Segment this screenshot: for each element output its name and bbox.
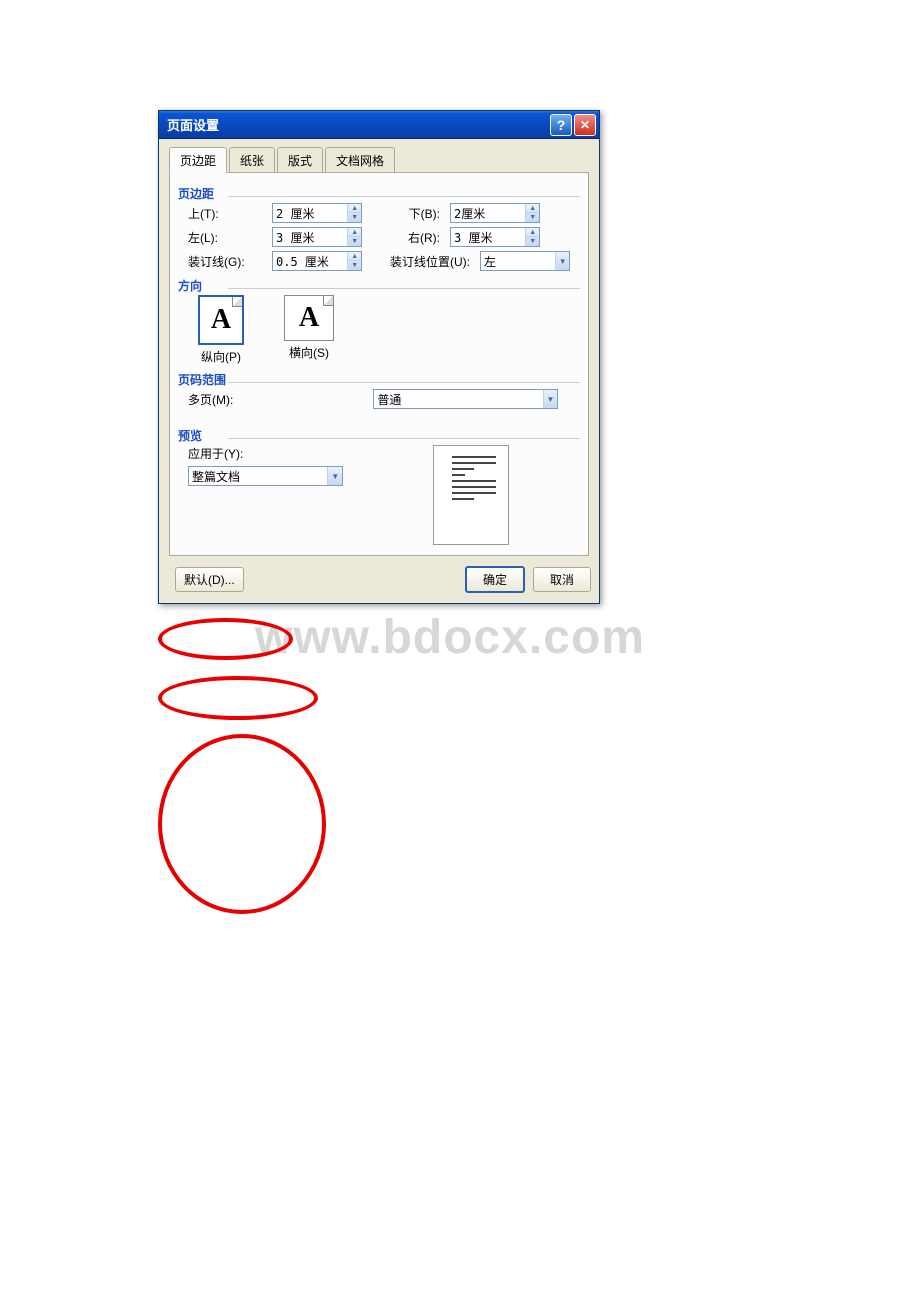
select-gutter-pos[interactable]: ▼ bbox=[480, 251, 570, 271]
spin-down-icon[interactable]: ▼ bbox=[526, 237, 539, 246]
input-top[interactable]: ▲ ▼ bbox=[272, 203, 362, 223]
spin-down-icon[interactable]: ▼ bbox=[348, 237, 361, 246]
input-top-field[interactable] bbox=[273, 204, 347, 222]
landscape-icon: A bbox=[284, 295, 334, 341]
legend-orientation: 方向 bbox=[178, 277, 202, 296]
dialog-title: 页面设置 bbox=[167, 115, 548, 134]
input-gutter-field[interactable] bbox=[273, 252, 347, 270]
select-apply-to-field[interactable] bbox=[189, 467, 327, 485]
orientation-landscape[interactable]: A 横向(S) bbox=[284, 295, 334, 365]
fieldset-margins: 页边距 上(T): ▲ ▼ 下(B): ▲ bbox=[178, 185, 580, 271]
input-gutter[interactable]: ▲ ▼ bbox=[272, 251, 362, 271]
spin-up-icon[interactable]: ▲ bbox=[348, 252, 361, 261]
portrait-icon: A bbox=[198, 295, 244, 345]
help-button[interactable]: ? bbox=[550, 114, 572, 136]
spin-down-icon[interactable]: ▼ bbox=[348, 261, 361, 270]
dialog-footer: 默认(D)... 确定 取消 bbox=[159, 560, 599, 603]
legend-margins: 页边距 bbox=[178, 185, 214, 204]
annotation-ellipse-2 bbox=[158, 676, 318, 720]
orientation-portrait-label: 纵向(P) bbox=[201, 350, 241, 364]
spin-up-icon[interactable]: ▲ bbox=[348, 228, 361, 237]
tab-layout[interactable]: 版式 bbox=[277, 147, 323, 173]
fieldset-orientation: 方向 A 纵向(P) A 横向(S) bbox=[178, 277, 580, 365]
spin-up-icon[interactable]: ▲ bbox=[526, 228, 539, 237]
label-gutter: 装订线(G): bbox=[188, 253, 268, 270]
annotation-ellipse-3 bbox=[158, 734, 326, 914]
spin-down-icon[interactable]: ▼ bbox=[526, 213, 539, 222]
legend-page-range: 页码范围 bbox=[178, 371, 226, 390]
input-right-field[interactable] bbox=[451, 228, 525, 246]
input-bottom-field[interactable] bbox=[451, 204, 525, 222]
input-left[interactable]: ▲ ▼ bbox=[272, 227, 362, 247]
preview-page-icon bbox=[433, 445, 509, 545]
tab-paper[interactable]: 纸张 bbox=[229, 147, 275, 173]
annotation-ellipse-1 bbox=[158, 618, 293, 660]
input-right[interactable]: ▲ ▼ bbox=[450, 227, 540, 247]
spin-down-icon[interactable]: ▼ bbox=[348, 213, 361, 222]
tab-panel-margins: 页边距 上(T): ▲ ▼ 下(B): ▲ bbox=[169, 173, 589, 556]
select-multi-pages-field[interactable] bbox=[374, 390, 542, 408]
fieldset-page-range: 页码范围 多页(M): ▼ bbox=[178, 371, 580, 409]
close-button[interactable]: ✕ bbox=[574, 114, 596, 136]
legend-preview: 预览 bbox=[178, 427, 202, 446]
watermark-text: www.bdocx.com bbox=[255, 610, 645, 665]
select-apply-to[interactable]: ▼ bbox=[188, 466, 343, 486]
input-bottom[interactable]: ▲ ▼ bbox=[450, 203, 540, 223]
label-multi-pages: 多页(M): bbox=[188, 391, 233, 408]
spin-up-icon[interactable]: ▲ bbox=[526, 204, 539, 213]
tabs: 页边距 纸张 版式 文档网格 bbox=[169, 147, 589, 173]
label-apply-to: 应用于(Y): bbox=[188, 445, 343, 462]
tab-doc-grid[interactable]: 文档网格 bbox=[325, 147, 395, 173]
cancel-button[interactable]: 取消 bbox=[533, 567, 591, 592]
label-top: 上(T): bbox=[188, 205, 268, 222]
fieldset-preview: 预览 应用于(Y): ▼ bbox=[178, 427, 580, 545]
chevron-down-icon[interactable]: ▼ bbox=[543, 390, 558, 408]
page-setup-dialog: 页面设置 ? ✕ 页边距 纸张 版式 文档网格 页边距 上(T): ▲ bbox=[158, 110, 600, 604]
default-button[interactable]: 默认(D)... bbox=[175, 567, 244, 592]
dialog-body: 页边距 纸张 版式 文档网格 页边距 上(T): ▲ ▼ bbox=[159, 139, 599, 560]
spin-up-icon[interactable]: ▲ bbox=[348, 204, 361, 213]
orientation-portrait[interactable]: A 纵向(P) bbox=[198, 295, 244, 365]
label-right: 右(R): bbox=[376, 229, 446, 246]
label-bottom: 下(B): bbox=[376, 205, 446, 222]
select-gutter-pos-field[interactable] bbox=[481, 252, 555, 270]
orientation-landscape-label: 横向(S) bbox=[289, 346, 329, 360]
label-gutter-pos: 装订线位置(U): bbox=[376, 253, 476, 270]
titlebar[interactable]: 页面设置 ? ✕ bbox=[159, 111, 599, 139]
chevron-down-icon[interactable]: ▼ bbox=[555, 252, 569, 270]
label-left: 左(L): bbox=[188, 229, 268, 246]
input-left-field[interactable] bbox=[273, 228, 347, 246]
ok-button[interactable]: 确定 bbox=[465, 566, 525, 593]
chevron-down-icon[interactable]: ▼ bbox=[327, 467, 342, 485]
select-multi-pages[interactable]: ▼ bbox=[373, 389, 558, 409]
tab-margins[interactable]: 页边距 bbox=[169, 147, 227, 173]
